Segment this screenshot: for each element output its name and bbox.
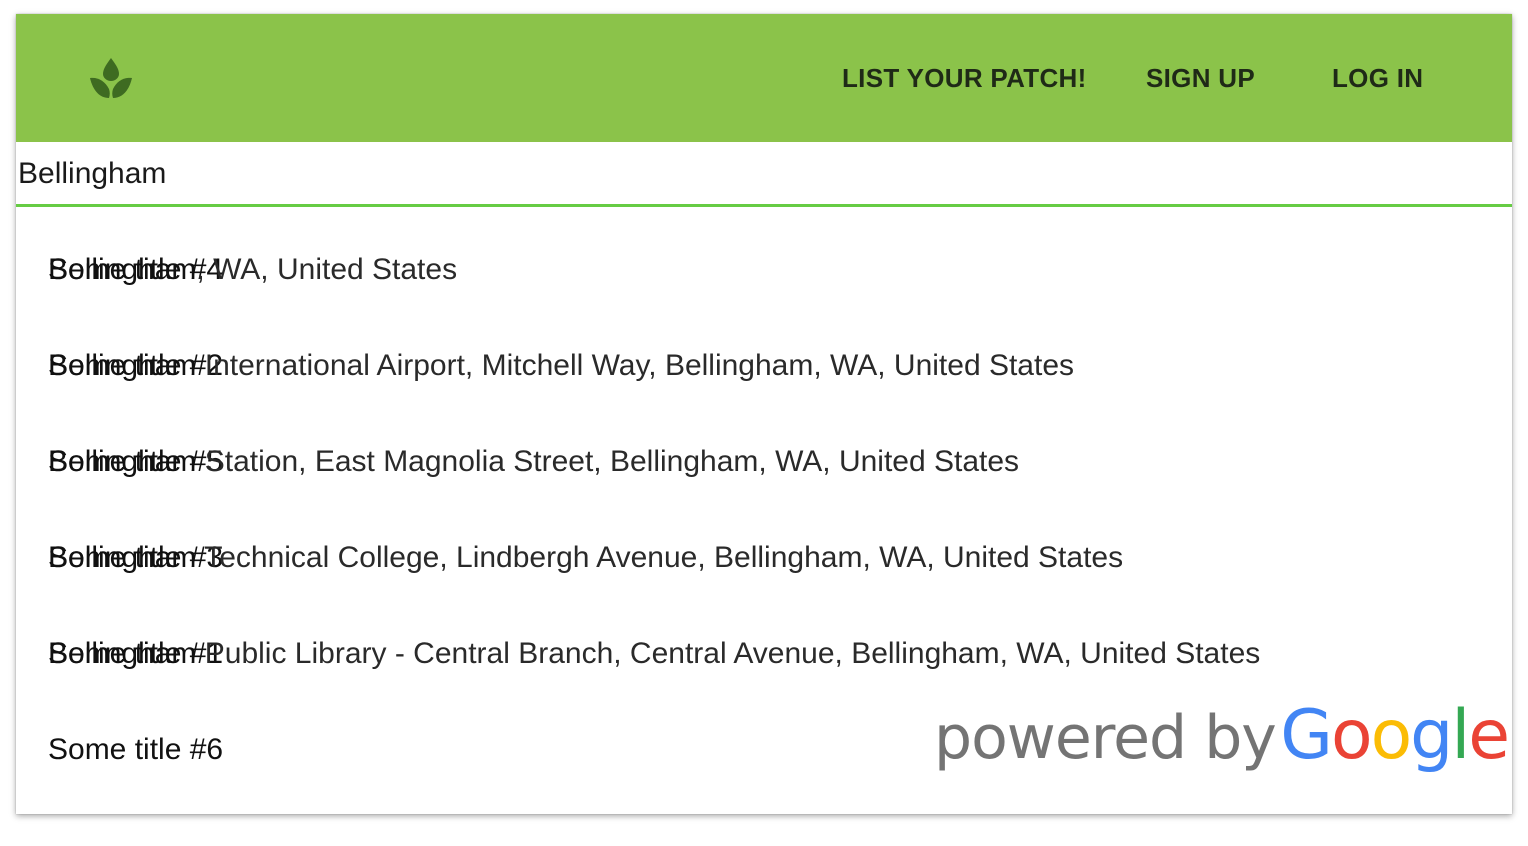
location-search [16, 142, 1512, 207]
powered-by-text: powered by [934, 703, 1277, 773]
result-match: Bellingham [48, 637, 197, 670]
sign-up-button[interactable]: SIGN UP [1146, 58, 1255, 98]
google-letter: G [1280, 696, 1333, 775]
result-match: Bellingham [48, 253, 197, 286]
result-address: , WA, United States [196, 253, 458, 286]
list-item[interactable]: Some title #1 Bellingham Public Library … [48, 624, 1468, 684]
google-letter: e [1468, 696, 1510, 775]
list-item[interactable]: Some title #3 Bellingham Technical Colle… [48, 528, 1468, 588]
result-address: Station, East Magnolia Street, Bellingha… [196, 445, 1020, 478]
result-match: Bellingham [48, 349, 197, 382]
result-address: International Airport, Mitchell Way, Bel… [196, 349, 1075, 382]
result-address: Technical College, Lindbergh Avenue, Bel… [196, 541, 1124, 574]
result-address: Public Library - Central Branch, Central… [196, 637, 1261, 670]
result-match: Bellingham [48, 541, 197, 574]
sprout-icon[interactable] [88, 56, 134, 102]
app-window: LIST YOUR PATCH! SIGN UP LOG IN Some tit… [16, 14, 1512, 814]
google-wordmark: Google [1280, 696, 1510, 775]
log-in-button[interactable]: LOG IN [1332, 58, 1423, 98]
list-item[interactable]: Some title #4 Bellingham, WA, United Sta… [48, 240, 1468, 300]
list-item[interactable]: Some title #5 Bellingham Station, East M… [48, 432, 1468, 492]
result-match: Bellingham [48, 445, 197, 478]
powered-by-google-logo: powered by Google [934, 696, 1512, 786]
list-your-patch-button[interactable]: LIST YOUR PATCH! [842, 58, 1087, 98]
search-input[interactable] [16, 150, 1500, 198]
google-letter: g [1410, 696, 1453, 775]
app-bar: LIST YOUR PATCH! SIGN UP LOG IN [16, 14, 1512, 142]
list-item-title[interactable]: Some title #6 [48, 720, 223, 780]
google-letter: o [1330, 696, 1373, 775]
google-letter: o [1370, 696, 1413, 775]
google-letter: l [1451, 696, 1470, 775]
list-item[interactable]: Some title #2 Bellingham International A… [48, 336, 1468, 396]
